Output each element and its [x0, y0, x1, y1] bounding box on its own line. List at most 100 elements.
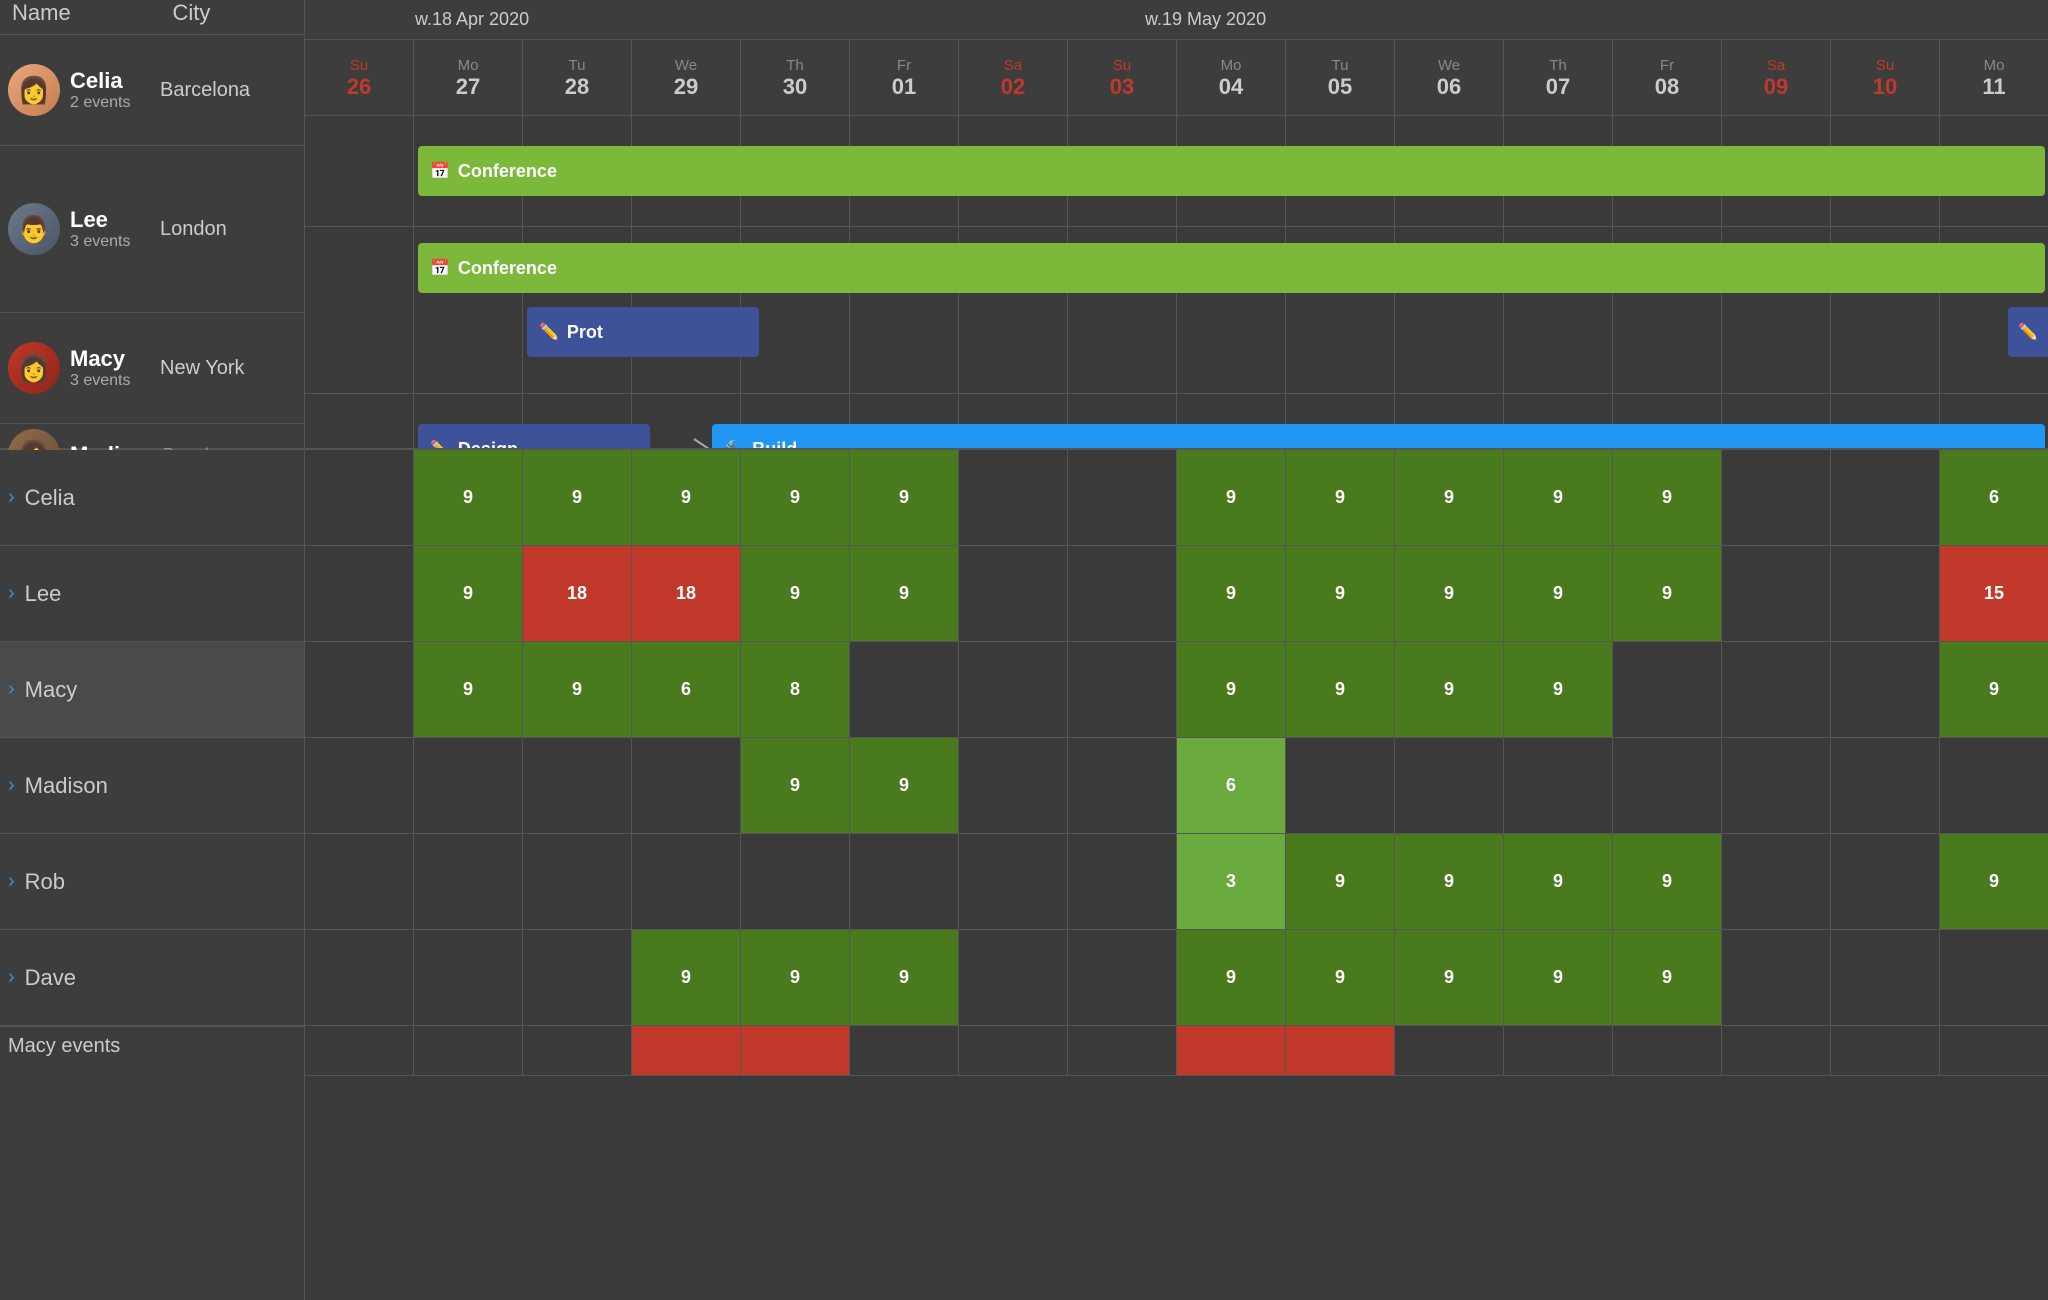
grid-row-macy: 996899999: [305, 642, 2048, 738]
macy-events-label-row: Macy events: [0, 1026, 304, 1300]
day-col-3: We29: [632, 40, 741, 116]
grid-cell-macy-12: [1613, 642, 1722, 737]
event-bar-design-g-row-macy: ✏️Design: [418, 424, 650, 448]
bottom-left-panel: › Celia › Lee › Macy › Madison › Rob › D…: [0, 450, 305, 1300]
grid-cell-madison-14: [1831, 738, 1940, 833]
event-bar-conference-g-row-celia: 📅Conference: [418, 146, 2045, 196]
bottom-name-rob: Rob: [25, 869, 65, 895]
bottom-right: 9999999999691818999999915996899999996399…: [305, 450, 2048, 1300]
grid-cell-celia-6: [959, 450, 1068, 545]
day-header-row: Su26Mo27Tu28We29Th30Fr01Sa02Su03Mo04Tu05…: [305, 40, 2048, 116]
person-city-macy: New York: [156, 357, 296, 380]
grid-cell-partial-15: [1940, 1026, 2048, 1075]
person-row-lee: 👨 Lee 3 events London: [0, 146, 304, 313]
grid-cell-partial-2: [523, 1026, 632, 1075]
grid-cell-madison-4: 9: [741, 738, 850, 833]
grid-cell-lee-10: 9: [1395, 546, 1504, 641]
day-name-1: Mo: [458, 57, 479, 74]
grid-cell-partial-1: [414, 1026, 523, 1075]
grid-cell-partial-6: [959, 1026, 1068, 1075]
person-city-celia: Barcelona: [156, 79, 296, 102]
day-num-11: 07: [1546, 74, 1570, 100]
grid-cell-madison-12: [1613, 738, 1722, 833]
grid-cell-rob-10: 9: [1395, 834, 1504, 929]
grid-cell-celia-14: [1831, 450, 1940, 545]
chevron-icon-celia: ›: [8, 486, 15, 509]
person-events-macy: 3 events: [70, 372, 156, 390]
gantt-section: Name City 👩 Celia 2 events Barcelona 👨 L…: [0, 0, 2048, 450]
grid-cell-partial-4: [741, 1026, 850, 1075]
event-label: Prot: [567, 322, 603, 343]
bottom-name-celia: Celia: [25, 485, 75, 511]
grid-cell-dave-15: [1940, 930, 2048, 1025]
event-label: Design: [458, 439, 518, 449]
bottom-name-macy: Macy: [25, 677, 78, 703]
day-col-12: Fr08: [1613, 40, 1722, 116]
grid-cell-celia-0: [305, 450, 414, 545]
grid-cell-lee-15: 15: [1940, 546, 2048, 641]
grid-cell-partial-5: [850, 1026, 959, 1075]
grid-cell-dave-8: 9: [1177, 930, 1286, 1025]
grid-cell-lee-2: 18: [523, 546, 632, 641]
day-num-10: 06: [1437, 74, 1461, 100]
gantt-cell-g-row-celia-0: [305, 116, 414, 226]
bottom-row-macy[interactable]: › Macy: [0, 642, 304, 738]
bottom-row-lee[interactable]: › Lee: [0, 546, 304, 642]
grid-cell-madison-9: [1286, 738, 1395, 833]
gantt-headers: w.18 Apr 2020 w.19 May 2020 Su26Mo27Tu28…: [305, 0, 2048, 116]
grid-cell-lee-3: 18: [632, 546, 741, 641]
grid-cell-partial-13: [1722, 1026, 1831, 1075]
gantt-cell-g-row-lee-0: [305, 227, 414, 393]
grid-cell-lee-11: 9: [1504, 546, 1613, 641]
grid-cell-madison-6: [959, 738, 1068, 833]
bottom-row-rob[interactable]: › Rob: [0, 834, 304, 930]
grid-cell-rob-15: 9: [1940, 834, 2048, 929]
grid-cell-madison-10: [1395, 738, 1504, 833]
grid-cell-macy-6: [959, 642, 1068, 737]
grid-cell-rob-4: [741, 834, 850, 929]
grid-cell-celia-7: [1068, 450, 1177, 545]
person-name-celia: Celia: [70, 68, 156, 94]
day-col-5: Fr01: [850, 40, 959, 116]
week-label-1: w.18 Apr 2020: [415, 9, 529, 30]
gantt-row-macy: ✏️Design🔨Build: [305, 394, 2048, 448]
day-name-5: Fr: [897, 57, 911, 74]
grid-cell-macy-11: 9: [1504, 642, 1613, 737]
day-num-2: 28: [565, 74, 589, 100]
grid-cell-dave-6: [959, 930, 1068, 1025]
person-events-lee: 3 events: [70, 233, 156, 251]
grid-cell-partial-12: [1613, 1026, 1722, 1075]
grid-cell-madison-0: [305, 738, 414, 833]
day-col-0: Su26: [305, 40, 414, 116]
macy-events-label: Macy events: [0, 1035, 120, 1058]
day-name-0: Su: [350, 57, 368, 74]
bottom-row-celia[interactable]: › Celia: [0, 450, 304, 546]
grid-cell-madison-11: [1504, 738, 1613, 833]
gantt-row-celia: 📅Conference: [305, 116, 2048, 227]
grid-cell-dave-11: 9: [1504, 930, 1613, 1025]
bottom-row-madison[interactable]: › Madison: [0, 738, 304, 834]
day-col-7: Su03: [1068, 40, 1177, 116]
city-header: City: [164, 0, 304, 26]
grid-cell-lee-7: [1068, 546, 1177, 641]
day-name-8: Mo: [1221, 57, 1242, 74]
day-col-1: Mo27: [414, 40, 523, 116]
grid-cell-dave-13: [1722, 930, 1831, 1025]
day-name-9: Tu: [1332, 57, 1349, 74]
name-header: Name: [0, 0, 164, 26]
grid-cell-rob-9: 9: [1286, 834, 1395, 929]
grid-cell-lee-14: [1831, 546, 1940, 641]
bottom-row-dave[interactable]: › Dave: [0, 930, 304, 1026]
day-col-15: Mo11: [1940, 40, 2048, 116]
chevron-icon-madison: ›: [8, 774, 15, 797]
grid-row-dave: 99999999: [305, 930, 2048, 1026]
day-num-3: 29: [674, 74, 698, 100]
event-label: Build: [752, 439, 797, 449]
grid-cell-partial-3: [632, 1026, 741, 1075]
day-name-3: We: [675, 57, 697, 74]
day-num-5: 01: [892, 74, 916, 100]
grid-cell-dave-14: [1831, 930, 1940, 1025]
chevron-icon-macy: ›: [8, 678, 15, 701]
gantt-right: w.18 Apr 2020 w.19 May 2020 Su26Mo27Tu28…: [305, 0, 2048, 448]
grid-cell-rob-13: [1722, 834, 1831, 929]
